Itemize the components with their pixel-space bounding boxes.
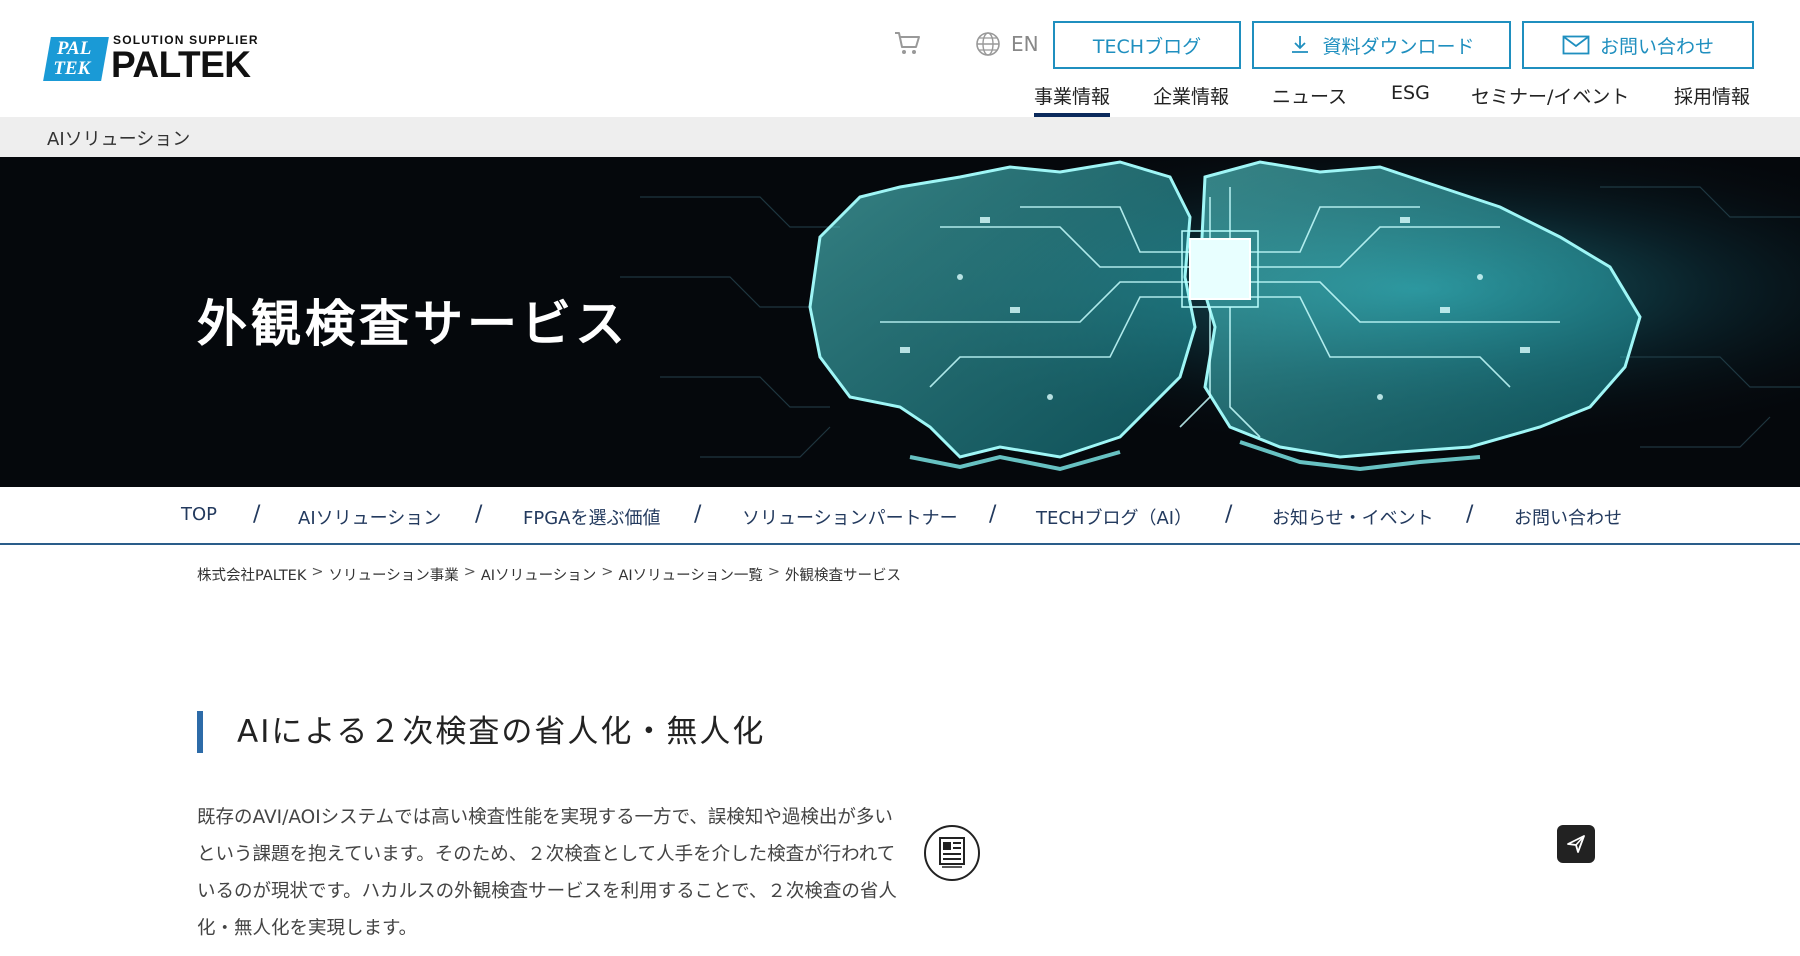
nav-seminar[interactable]: セミナー/イベント (1471, 82, 1629, 109)
subnav-news-events[interactable]: お知らせ・イベント (1272, 504, 1434, 530)
subnav-ai-solution[interactable]: AIソリューション (298, 504, 441, 530)
nav-news[interactable]: ニュース (1272, 82, 1347, 109)
download-icon (1292, 36, 1309, 53)
site-header: PAL TEK SOLUTION SUPPLIER PALTEK EN TECH… (0, 0, 1800, 117)
tech-blog-button[interactable]: TECHブログ (1053, 21, 1241, 69)
mail-icon (1562, 35, 1590, 55)
subnav-separator: / (1466, 502, 1474, 527)
download-label: 資料ダウンロード (1322, 35, 1475, 58)
logo-mark: PAL TEK (43, 37, 109, 81)
subnav-separator: / (694, 502, 702, 527)
breadcrumb-current: 外観検査サービス (785, 568, 902, 584)
language-switch[interactable]: EN (975, 30, 1039, 58)
breadcrumb-item[interactable]: 株式会社PALTEK (197, 564, 306, 585)
intro-paragraph: 既存のAVI/AOIシステムでは高い検査性能を実現する一方で、誤検知や過検出が多… (197, 807, 897, 939)
subnav-fpga-value[interactable]: FPGAを選ぶ価値 (523, 504, 660, 530)
section-label[interactable]: AIソリューション (47, 125, 190, 151)
paltek-logo[interactable]: PAL TEK SOLUTION SUPPLIER PALTEK (43, 33, 272, 85)
send-icon[interactable] (1557, 825, 1595, 863)
subnav-solution-partner[interactable]: ソリューションパートナー (742, 504, 958, 530)
nav-esg[interactable]: ESG (1391, 82, 1430, 104)
section-heading: AIによる２次検査の省人化・無人化 (197, 711, 765, 753)
nav-business[interactable]: 事業情報 (1034, 82, 1111, 117)
download-materials-button[interactable]: 資料ダウンロード (1252, 21, 1511, 69)
breadcrumb-item[interactable]: AIソリューション一覧 (618, 564, 762, 585)
sub-nav: TOP / AIソリューション / FPGAを選ぶ価値 / ソリューションパート… (0, 487, 1800, 545)
subnav-separator: / (475, 502, 483, 527)
logo-mark-top: PAL (56, 38, 92, 59)
tech-blog-label: TECHブログ (1092, 35, 1202, 58)
nav-company[interactable]: 企業情報 (1153, 82, 1229, 109)
main-nav: 事業情報 企業情報 ニュース ESG セミナー/イベント 採用情報 (0, 80, 1800, 117)
subnav-tech-blog-ai[interactable]: TECHブログ（AI） (1036, 504, 1192, 530)
breadcrumb-separator: > (463, 564, 476, 580)
logo-wordmark: PALTEK (111, 44, 251, 85)
hero-banner: 外観検査サービス (0, 157, 1800, 487)
cart-icon[interactable] (893, 30, 921, 56)
nav-recruit[interactable]: 採用情報 (1674, 82, 1750, 109)
subnav-separator: / (253, 502, 261, 527)
language-label: EN (1011, 32, 1039, 56)
breadcrumb-item[interactable]: ソリューション事業 (329, 564, 459, 585)
globe-icon (976, 32, 1000, 56)
subnav-separator: / (1225, 502, 1233, 527)
breadcrumb-separator: > (767, 564, 781, 580)
breadcrumb: 株式会社PALTEK > ソリューション事業 > AIソリューション > AIソ… (197, 564, 901, 585)
subnav-separator: / (989, 502, 997, 527)
breadcrumb-item[interactable]: AIソリューション (481, 564, 596, 585)
subnav-contact[interactable]: お問い合わせ (1514, 504, 1622, 530)
book-reader-icon[interactable] (924, 825, 980, 881)
hero-title: 外観検査サービス (197, 295, 629, 353)
contact-button[interactable]: お問い合わせ (1522, 21, 1754, 69)
breadcrumb-separator: > (601, 564, 614, 580)
subnav-top[interactable]: TOP (181, 504, 217, 525)
contact-label: お問い合わせ (1599, 35, 1714, 58)
section-band: AIソリューション (0, 117, 1800, 157)
breadcrumb-separator: > (311, 564, 324, 580)
logo-mark-bottom: TEK (53, 58, 91, 79)
